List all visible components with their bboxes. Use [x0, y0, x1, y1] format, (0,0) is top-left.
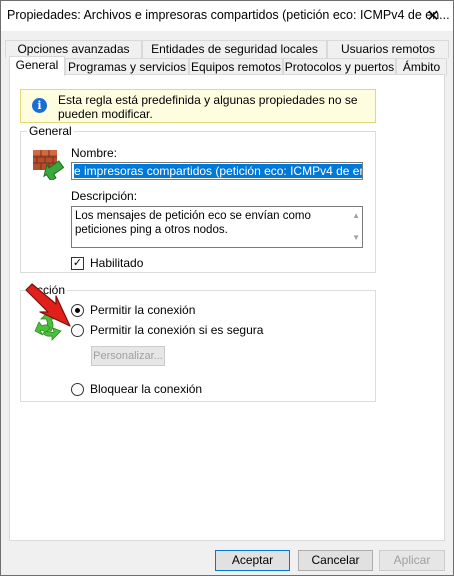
tab-label: General [15, 58, 59, 72]
enabled-label: Habilitado [90, 256, 144, 270]
customize-button-label: Personalizar... [93, 350, 163, 362]
cancel-button[interactable]: Cancelar [298, 550, 373, 571]
allow-if-secure-label: Permitir la conexión si es segura [90, 323, 264, 337]
scroll-up-icon[interactable]: ▲ [352, 209, 360, 223]
apply-button[interactable]: Aplicar [379, 550, 445, 571]
firewall-rule-icon [33, 150, 65, 180]
info-banner: i Esta regla está predefinida y algunas … [20, 89, 376, 123]
tab-label: Opciones avanzadas [17, 42, 130, 56]
tab-usuarios-remotos[interactable]: Usuarios remotos [327, 40, 449, 58]
tab-general[interactable]: General [9, 56, 65, 76]
info-icon: i [32, 98, 47, 113]
tab-label: Protocolos y puertos [284, 60, 395, 74]
tab-label: Usuarios remotos [340, 42, 436, 56]
cancel-button-label: Cancelar [311, 553, 360, 567]
tab-label: Ámbito [402, 60, 441, 74]
general-tab-panel: i Esta regla está predefinida y algunas … [9, 74, 445, 541]
description-label: Descripción: [71, 189, 138, 203]
tab-label: Entidades de seguridad locales [151, 42, 318, 56]
apply-button-label: Aplicar [393, 553, 431, 567]
tab-label: Programas y servicios [67, 60, 187, 74]
radio-block-connection[interactable] [71, 383, 84, 396]
name-field[interactable]: e impresoras compartidos (petición eco: … [71, 162, 363, 180]
name-value: e impresoras compartidos (petición eco: … [74, 164, 362, 178]
window-title: Propiedades: Archivos e impresoras compa… [7, 8, 450, 22]
customize-button[interactable]: Personalizar... [91, 346, 165, 366]
block-connection-label: Bloquear la conexión [90, 382, 203, 396]
dialog-body: Opciones avanzadas Entidades de segurida… [1, 31, 453, 575]
enabled-checkbox[interactable]: ✓ [71, 257, 84, 270]
description-value: Los mensajes de petición eco se envían c… [75, 210, 311, 236]
general-group-label: General [27, 124, 74, 138]
description-field[interactable]: Los mensajes de petición eco se envían c… [71, 206, 363, 248]
info-text: Esta regla está predefinida y algunas pr… [58, 93, 358, 121]
tab-label: Equipos remotos [190, 60, 282, 74]
general-group: General Nombre: e impresoras compartidos… [20, 124, 376, 273]
red-pointer-arrow-icon [25, 283, 71, 327]
name-label: Nombre: [71, 146, 118, 160]
accept-button[interactable]: Aceptar [215, 550, 290, 571]
checkmark-icon: ✓ [72, 257, 83, 269]
properties-dialog: Propiedades: Archivos e impresoras compa… [0, 0, 454, 576]
close-icon: ✕ [426, 8, 440, 25]
title-bar: Propiedades: Archivos e impresoras compa… [1, 1, 453, 31]
accept-button-label: Aceptar [231, 553, 274, 567]
close-button[interactable]: ✕ [413, 1, 453, 31]
allow-connection-label: Permitir la conexión [90, 303, 196, 317]
scroll-down-icon[interactable]: ▼ [352, 231, 360, 245]
tab-entidades-seguridad[interactable]: Entidades de seguridad locales [142, 40, 327, 58]
